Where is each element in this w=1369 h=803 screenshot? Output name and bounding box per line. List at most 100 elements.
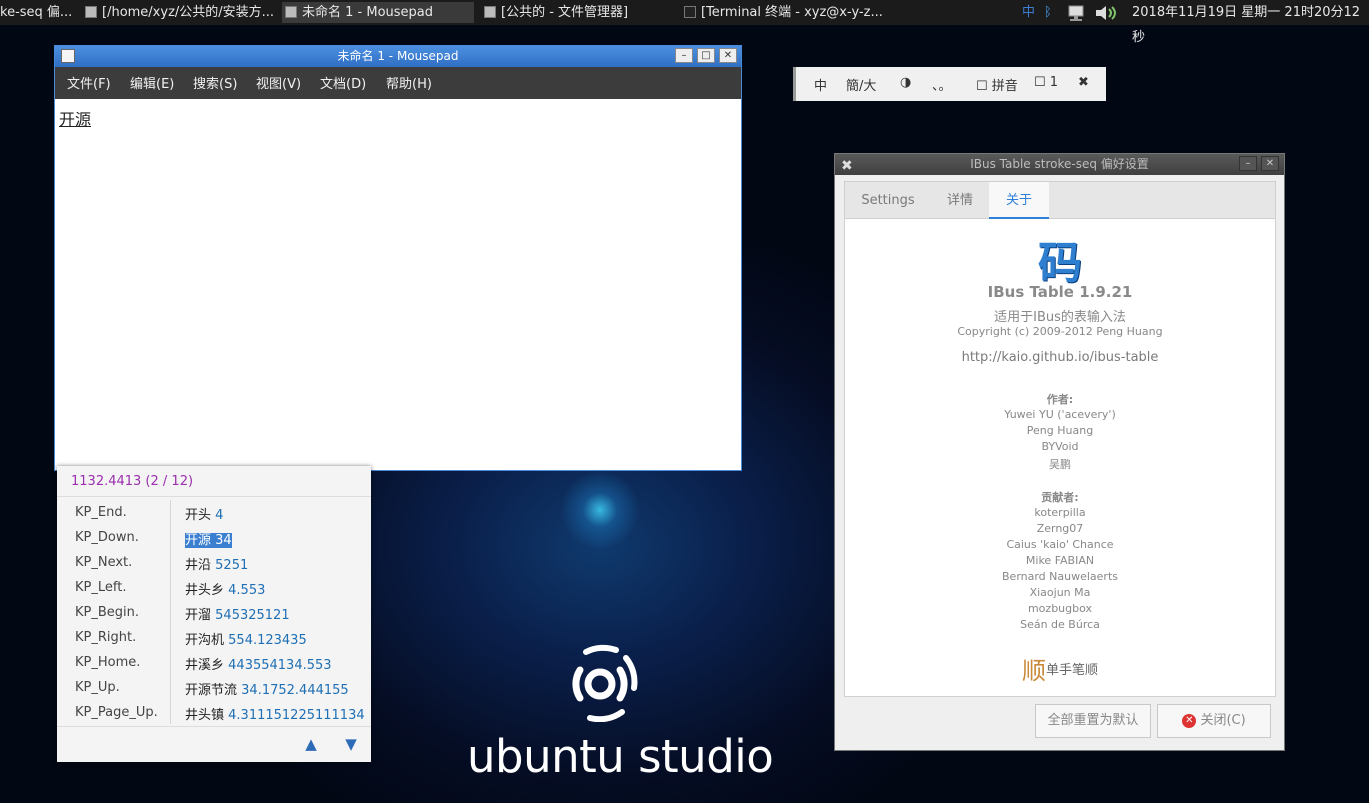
pinyin-checkbox[interactable]: ☐ 拼音 [976,75,1018,94]
prefs-tabs: Settings 详情 关于 [844,181,1276,219]
contributor-name: Xiaojun Ma [1029,586,1091,599]
author-name: 吴鹏 [1049,458,1071,471]
candidate-header: 1132.4413 (2 / 12) [71,474,194,489]
contributor-name: koterpilla [1034,506,1086,519]
ime-toolbar: 中 簡/大 ◑ 、。 ☐ 拼音 ☐ 1 ✖ [793,67,1106,101]
candidate-window: 1132.4413 (2 / 12) KP_End. 开头 4 KP_Down.… [57,466,371,762]
candidate-item[interactable]: 开头 4 [185,504,223,523]
menu-search[interactable]: 搜索(S) [193,75,237,94]
task-ibus-prefs[interactable]: ke-seq 偏... [0,2,72,23]
folder-icon [85,6,97,18]
tools-icon[interactable]: ✖ [1078,75,1089,90]
one-checkbox[interactable]: ☐ 1 [1034,75,1058,90]
mousepad-app-icon[interactable] [61,49,75,63]
menu-edit[interactable]: 编辑(E) [130,75,174,94]
tools-icon[interactable]: ✖ [841,156,853,177]
contributor-name: Seán de Búrca [1020,618,1100,631]
author-name: BYVoid [1041,440,1079,453]
table-logo: 顺单手笔顺 [845,651,1275,686]
about-panel: 码 IBus Table 1.9.21 适用于IBus的表输入法 Copyrig… [844,219,1276,697]
ubuntu-studio-wordmark: ubuntu studio [467,730,774,783]
candidate-divider [57,496,371,497]
app-url-link[interactable]: http://kaio.github.io/ibus-table [845,350,1275,365]
network-icon-graphic [1068,5,1084,21]
ime-mode-toggle[interactable]: 簡/大 [846,75,876,94]
ime-lang-toggle[interactable]: 中 [814,75,827,94]
tab-settings[interactable]: Settings [845,182,931,219]
prefs-titlebar[interactable]: ✖ IBus Table stroke-seq 偏好设置 – ✕ [835,154,1284,175]
candidate-item-selected[interactable]: 开源 34 [185,529,232,548]
halfwidth-toggle-icon[interactable]: ◑ [900,75,911,90]
reset-defaults-button[interactable]: 全部重置为默认 [1035,704,1151,738]
network-icon[interactable] [1066,0,1090,25]
ime-tray-indicator[interactable]: 中 [1022,0,1035,25]
app-copyright: Copyright (c) 2009-2012 Peng Huang [957,325,1163,338]
ibus-prefs-window: ✖ IBus Table stroke-seq 偏好设置 – ✕ Setting… [834,153,1285,751]
contributor-name: Mike FABIAN [1025,554,1095,567]
candidate-key: KP_Home. [75,655,141,670]
candidate-key: KP_Next. [75,555,133,570]
candidate-key: KP_Up. [75,680,120,695]
candidate-item[interactable]: 井头镇 4.311151225111134 [185,704,365,723]
contributor-name: Zerng07 [1036,522,1084,535]
mousepad-window: 未命名 1 - Mousepad – □ ✕ 文件(F) 编辑(E) 搜索(S)… [54,45,742,471]
task-file-manager[interactable]: [公共的 - 文件管理器] [481,2,671,23]
app-name: IBus Table 1.9.21 [987,283,1133,301]
table-name: 单手笔顺 [1045,663,1098,678]
candidate-item[interactable]: 开溜 545325121 [185,604,290,623]
ubuntu-studio-logo [572,644,638,722]
contributor-name: Caius 'kaio' Chance [1006,538,1114,551]
task-file-browser-path[interactable]: [/home/xyz/公共的/安装方... [82,2,280,23]
terminal-icon [684,6,696,18]
taskbar: ke-seq 偏... [/home/xyz/公共的/安装方... 未命名 1 … [0,0,1369,45]
task-terminal[interactable]: [Terminal 终端 - xyz@x-y-z... [681,2,883,23]
menu-document[interactable]: 文档(D) [320,75,366,94]
candidate-item[interactable]: 开沟机 554.123435 [185,629,307,648]
close-icon: ✕ [1182,713,1197,728]
author-name: Yuwei YU ('acevery') [1004,408,1116,421]
app-logo: 码 [1038,238,1082,289]
candidate-column-divider [170,500,171,724]
candidate-key: KP_Begin. [75,605,140,620]
punctuation-toggle[interactable]: 、。 [932,75,952,94]
table-logo-glyph: 顺 [1021,657,1046,685]
minimize-button[interactable]: – [675,48,693,63]
app-description: 适用于IBus的表输入法 [994,310,1126,325]
desktop-glow [560,470,640,550]
close-button[interactable]: ✕ [719,48,737,63]
authors-label: 作者: [1046,393,1074,406]
tab-about[interactable]: 关于 [989,182,1049,219]
close-button[interactable]: ✕ [1261,156,1279,171]
menu-file[interactable]: 文件(F) [67,75,111,94]
candidate-key: KP_Left. [75,580,127,595]
menu-help[interactable]: 帮助(H) [386,75,432,94]
contributor-name: Bernard Nauwelaerts [1002,570,1118,583]
task-mousepad[interactable]: 未命名 1 - Mousepad [282,2,474,23]
contributors-label: 贡献者: [1041,491,1079,504]
mousepad-titlebar[interactable]: 未命名 1 - Mousepad – □ ✕ [55,46,741,67]
editor-text-area[interactable]: 开源 [59,106,91,130]
candidate-item[interactable]: 开源节流 34.1752.444155 [185,679,349,698]
bluetooth-icon[interactable]: ᛒ [1044,0,1052,25]
mousepad-menubar: 文件(F) 编辑(E) 搜索(S) 视图(V) 文档(D) 帮助(H) [55,67,741,99]
close-dialog-button[interactable]: ✕ 关闭(C) [1157,704,1271,738]
candidate-item[interactable]: 井溪乡 443554134.553 [185,654,332,673]
volume-icon[interactable] [1094,0,1120,25]
clock[interactable]: 2018年11月19日 星期一 21时20分12秒 [1132,0,1369,45]
contributor-name: mozbugbox [1027,602,1093,615]
mousepad-icon [285,6,297,18]
mousepad-title: 未命名 1 - Mousepad [337,49,459,63]
candidate-key: KP_End. [75,505,127,520]
candidate-item[interactable]: 井沿 5251 [185,554,248,573]
volume-icon-graphic [1096,5,1116,20]
minimize-button[interactable]: – [1239,156,1257,171]
candidate-key: KP_Page_Up. [75,705,158,720]
arrow-up-icon[interactable]: ▲ [303,736,319,752]
tab-details[interactable]: 详情 [931,182,989,219]
author-name: Peng Huang [1026,424,1094,437]
arrow-down-icon[interactable]: ▼ [343,736,359,752]
candidate-footer-divider [57,726,371,727]
menu-view[interactable]: 视图(V) [256,75,301,94]
candidate-item[interactable]: 井头乡 4.553 [185,579,265,598]
maximize-button[interactable]: □ [697,48,715,63]
